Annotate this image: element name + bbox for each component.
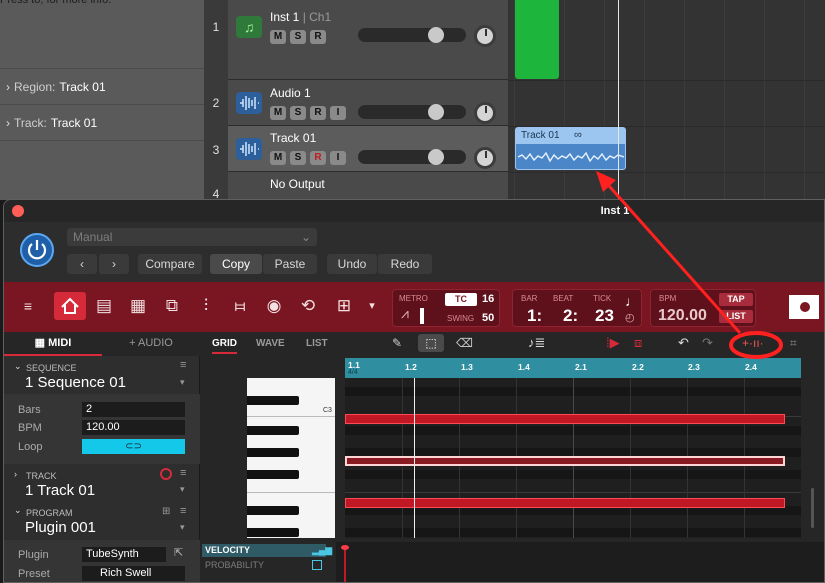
annotation-arrow: [600, 177, 742, 334]
annotation-overlay: [596, 171, 783, 359]
annotation-circle: [729, 331, 783, 359]
